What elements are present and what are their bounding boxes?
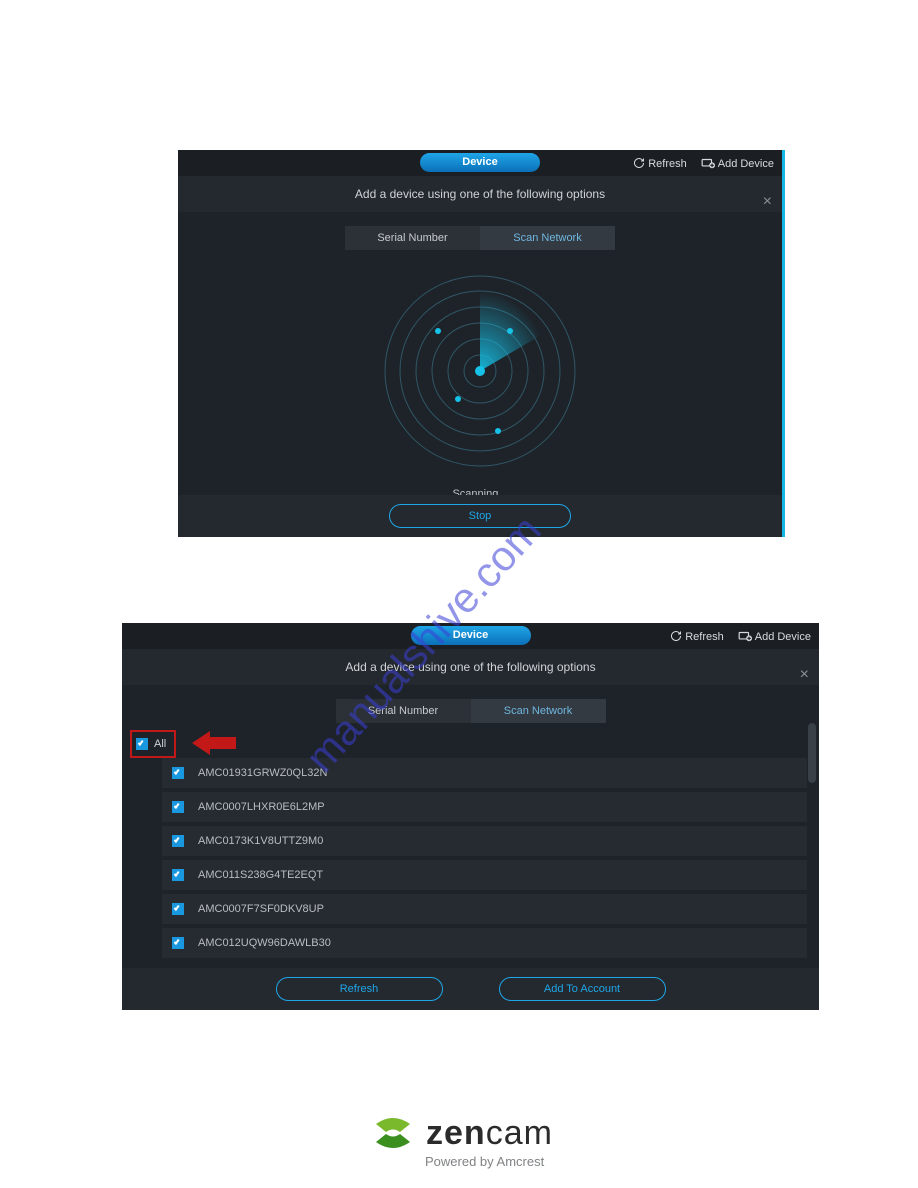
select-all-row[interactable]: All xyxy=(130,730,176,758)
close-icon[interactable]: × xyxy=(800,657,809,693)
logo-wordmark: zencam xyxy=(426,1114,553,1153)
radar-area xyxy=(178,256,782,486)
list-item[interactable]: AMC0007F7SF0DKV8UP xyxy=(162,894,807,924)
tab-scan-network[interactable]: Scan Network xyxy=(480,226,615,250)
footer: Stop xyxy=(178,495,782,537)
close-icon[interactable]: × xyxy=(763,184,772,220)
device-serial: AMC01931GRWZ0QL32N xyxy=(198,767,327,779)
checkbox-icon[interactable] xyxy=(172,869,184,881)
add-device-label: Add Device xyxy=(755,631,811,643)
refresh-list-button[interactable]: Refresh xyxy=(276,977,443,1001)
radar-icon xyxy=(380,271,580,471)
list-item[interactable]: AMC0173K1V8UTTZ9M0 xyxy=(162,826,807,856)
device-serial: AMC011S238G4TE2EQT xyxy=(198,869,323,881)
device-pill[interactable]: Device xyxy=(411,626,531,645)
device-serial: AMC012UQW96DAWLB30 xyxy=(198,937,331,949)
device-serial: AMC0173K1V8UTTZ9M0 xyxy=(198,835,323,847)
checkbox-icon[interactable] xyxy=(172,903,184,915)
top-bar: Device Refresh Add Device xyxy=(178,150,782,176)
checkbox-icon[interactable] xyxy=(136,738,148,750)
add-device-button[interactable]: Add Device xyxy=(738,630,811,643)
tab-bar: Serial Number Scan Network xyxy=(122,699,819,723)
select-all-label: All xyxy=(154,738,166,750)
tab-serial-number[interactable]: Serial Number xyxy=(336,699,471,723)
top-bar: Device Refresh Add Device xyxy=(122,623,819,649)
dialog-header: Add a device using one of the following … xyxy=(178,176,782,212)
dialog-title: Add a device using one of the following … xyxy=(355,187,605,201)
tab-scan-network[interactable]: Scan Network xyxy=(471,699,606,723)
list-item[interactable]: AMC011S238G4TE2EQT xyxy=(162,860,807,890)
add-to-account-button[interactable]: Add To Account xyxy=(499,977,666,1001)
footer: Refresh Add To Account xyxy=(122,968,819,1010)
refresh-button[interactable]: Refresh xyxy=(670,630,724,643)
add-device-list-panel: Device Refresh Add Device Add a device u… xyxy=(122,623,819,1010)
device-serial: AMC0007F7SF0DKV8UP xyxy=(198,903,324,915)
refresh-label: Refresh xyxy=(648,158,687,170)
dialog-header: Add a device using one of the following … xyxy=(122,649,819,685)
tab-bar: Serial Number Scan Network xyxy=(178,226,782,250)
device-serial: AMC0007LHXR0E6L2MP xyxy=(198,801,325,813)
logo-tagline: Powered by Amcrest xyxy=(425,1154,640,1169)
refresh-label: Refresh xyxy=(685,631,724,643)
checkbox-icon[interactable] xyxy=(172,801,184,813)
refresh-button[interactable]: Refresh xyxy=(633,157,687,170)
list-item[interactable]: AMC01931GRWZ0QL32N xyxy=(162,758,807,788)
tab-serial-number[interactable]: Serial Number xyxy=(345,226,480,250)
add-device-button[interactable]: Add Device xyxy=(701,157,774,170)
logo-icon xyxy=(370,1110,416,1156)
add-device-label: Add Device xyxy=(718,158,774,170)
dialog-title: Add a device using one of the following … xyxy=(345,660,595,674)
scrollbar[interactable] xyxy=(808,723,816,783)
device-list: AMC01931GRWZ0QL32N AMC0007LHXR0E6L2MP AM… xyxy=(162,758,807,962)
checkbox-icon[interactable] xyxy=(172,835,184,847)
list-item[interactable]: AMC012UQW96DAWLB30 xyxy=(162,928,807,958)
brand-logo: zencam Powered by Amcrest xyxy=(370,1110,640,1169)
checkbox-icon[interactable] xyxy=(172,937,184,949)
stop-button[interactable]: Stop xyxy=(389,504,571,528)
device-pill[interactable]: Device xyxy=(420,153,540,172)
checkbox-icon[interactable] xyxy=(172,767,184,779)
callout-arrow-icon xyxy=(192,728,236,758)
list-item[interactable]: AMC0007LHXR0E6L2MP xyxy=(162,792,807,822)
add-device-scanning-panel: Device Refresh Add Device Add a device u… xyxy=(178,150,785,537)
